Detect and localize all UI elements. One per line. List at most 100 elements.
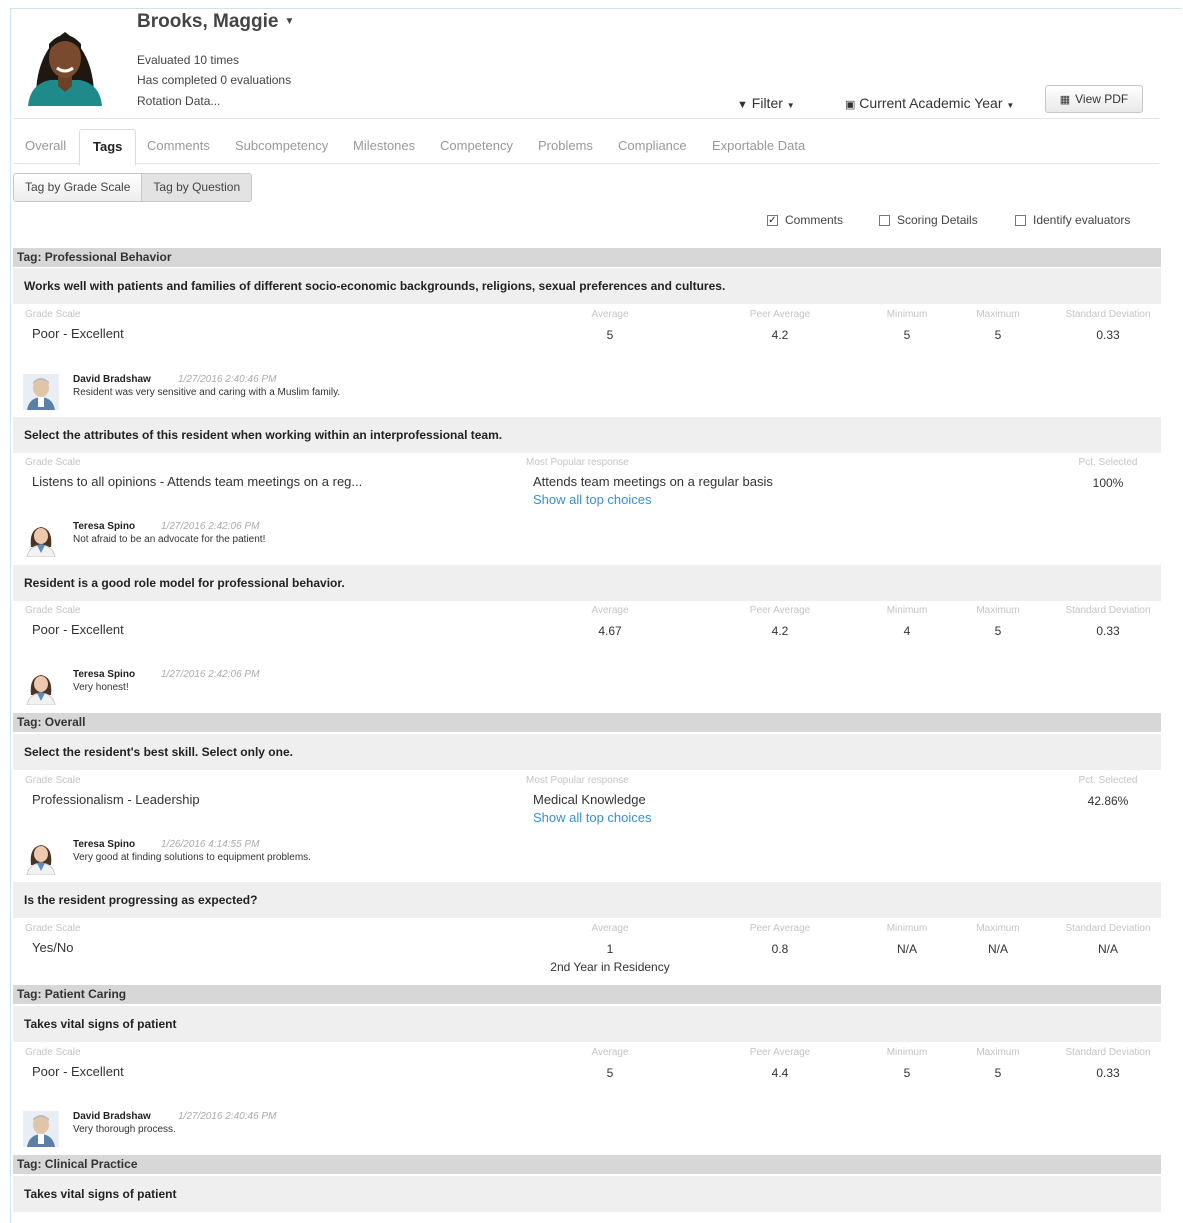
maximum-header: Maximum [976,309,1020,320]
pct-selected-header: Pct. Selected [1078,775,1138,786]
tag-by-grade-scale-button[interactable]: Tag by Grade Scale [14,174,142,201]
peer-average-header: Peer Average [749,605,811,616]
std-dev-header: Standard Deviation [1065,1047,1151,1058]
question-title: Is the resident progressing as expected? [13,882,1161,918]
peer-average-header: Peer Average [749,309,811,320]
academic-year-label: Current Academic Year [859,95,1003,111]
tab-milestones[interactable]: Milestones [353,128,415,165]
tab-comments[interactable]: Comments [147,128,210,165]
view-pdf-button[interactable]: ▦ View PDF [1045,85,1143,113]
checkbox-icon[interactable] [1015,214,1026,226]
comment-text: Very thorough process. [73,1124,176,1135]
evaluator-avatar [23,669,59,705]
identify-evaluators-label: Identify evaluators [1033,213,1131,227]
show-all-top-choices-link[interactable]: Show all top choices [533,810,652,825]
most-popular-value: Medical Knowledge [533,792,646,807]
peer-average-value: 4.2 [771,328,789,342]
maximum-value: N/A [987,942,1009,956]
filter-dropdown[interactable]: ▼ Filter ▼ [737,95,795,111]
peer-average-header: Peer Average [749,923,811,934]
tab-competency[interactable]: Competency [440,128,513,165]
std-dev-value: 0.33 [1096,1066,1120,1080]
maximum-header: Maximum [976,1047,1020,1058]
average-header: Average [591,1047,629,1058]
tag-mode-toggle: Tag by Grade Scale Tag by Question [13,173,253,202]
view-pdf-label: View PDF [1075,92,1129,106]
check-icon[interactable]: ✓ [767,214,778,226]
caret-down-icon: ▼ [786,101,795,110]
pct-selected-value: 42.86% [1087,794,1129,808]
academic-year-dropdown[interactable]: ▣ Current Academic Year ▼ [845,95,1014,111]
maximum-header: Maximum [976,605,1020,616]
report-tabs: Overall Tags Comments Subcompetency Mile… [14,118,1159,166]
grade-scale-value: Poor - Excellent [32,622,124,637]
maximum-value: 5 [994,1066,1002,1080]
minimum-value: 5 [903,328,911,342]
tab-compliance[interactable]: Compliance [618,128,687,165]
grade-scale-value: Listens to all opinions - Attends team m… [32,474,363,489]
question-title: Works well with patients and families of… [13,268,1161,304]
show-all-top-choices-link[interactable]: Show all top choices [533,492,652,507]
tag-header: Tag: Overall [13,713,1161,732]
minimum-header: Minimum [886,605,928,616]
question-title: Resident is a good role model for profes… [13,565,1161,601]
grade-scale-value: Poor - Excellent [32,1064,124,1079]
tab-overall[interactable]: Overall [25,128,66,165]
comment-author: David Bradshaw [73,1111,151,1122]
grade-scale-header: Grade Scale [25,457,81,468]
question-title: Takes vital signs of patient [13,1006,1161,1042]
resident-avatar [20,14,110,106]
average-value: 4.67 [598,624,622,638]
comment-date: 1/27/2016 2:40:46 PM [178,374,277,385]
evaluator-avatar [23,374,59,410]
comment-date: 1/27/2016 2:40:46 PM [178,1111,277,1122]
std-dev-header: Standard Deviation [1065,309,1151,320]
average-value: 1 [606,942,614,956]
maximum-header: Maximum [976,923,1020,934]
resident-name-text: Brooks, Maggie [137,11,279,32]
average-header: Average [591,923,629,934]
tab-subcompetency[interactable]: Subcompetency [235,128,328,165]
std-dev-value: 0.33 [1096,328,1120,342]
grade-scale-value: Yes/No [32,940,74,955]
filter-label: Filter [751,95,783,111]
average-header: Average [591,309,629,320]
grade-scale-header: Grade Scale [25,1047,81,1058]
average-value: 5 [606,328,614,342]
comment-text: Very good at finding solutions to equipm… [73,852,311,863]
tag-by-question-button[interactable]: Tag by Question [141,174,252,201]
identify-evaluators-option[interactable]: Identify evaluators [1015,213,1130,227]
average-value: 5 [606,1066,614,1080]
tab-problems[interactable]: Problems [538,128,593,165]
checkbox-icon[interactable] [879,214,890,226]
tab-exportable-data[interactable]: Exportable Data [712,128,805,165]
comment-text: Resident was very sensitive and caring w… [73,387,341,398]
grade-scale-value: Poor - Excellent [32,326,124,341]
minimum-value: 5 [903,1066,911,1080]
rotation-data-link[interactable]: Rotation Data... [137,94,220,108]
pct-selected-value: 100% [1092,476,1124,490]
minimum-value: N/A [896,942,918,956]
peer-average-header: Peer Average [749,1047,811,1058]
maximum-value: 5 [994,624,1002,638]
document-icon: ▦ [1059,93,1071,106]
grade-scale-header: Grade Scale [25,309,81,320]
std-dev-value: 0.33 [1096,624,1120,638]
std-dev-header: Standard Deviation [1065,923,1151,934]
maximum-value: 5 [994,328,1002,342]
std-dev-value: N/A [1097,942,1119,956]
scoring-details-label: Scoring Details [897,213,978,227]
resident-name[interactable]: Brooks, Maggie ▼ [137,11,294,33]
question-title: Select the attributes of this resident w… [13,417,1161,453]
tab-tags[interactable]: Tags [79,129,137,166]
comment-date: 1/26/2016 4:14:55 PM [161,839,260,850]
peer-average-value: 0.8 [771,942,789,956]
comment-date: 1/27/2016 2:42:06 PM [161,669,260,680]
comments-option-label: Comments [785,213,844,227]
minimum-header: Minimum [886,309,928,320]
comment-author: David Bradshaw [73,374,151,385]
completed-count: Has completed 0 evaluations [137,73,292,87]
comments-option[interactable]: ✓ Comments [767,213,843,227]
caret-down-icon: ▼ [1006,101,1015,110]
scoring-details-option[interactable]: Scoring Details [879,213,978,227]
